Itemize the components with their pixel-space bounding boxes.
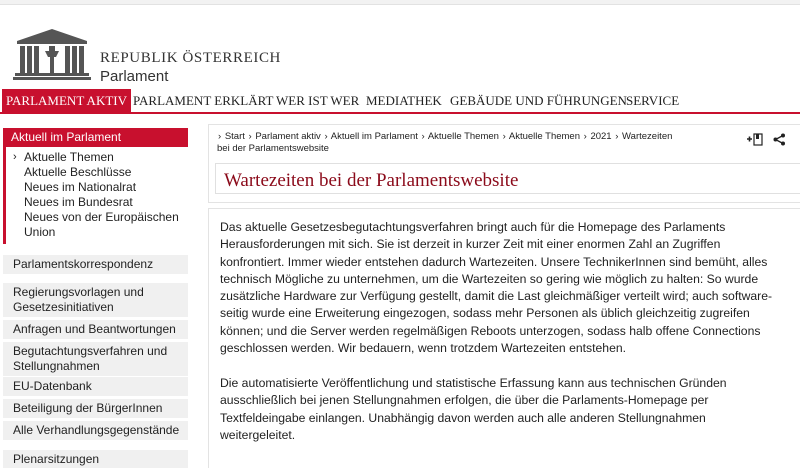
site-header: REPUBLIK ÖSTERREICH Parlament: [0, 5, 800, 90]
sidebar-item-verhandlungsgegenstaende[interactable]: Alle Verhandlungsgegenstände: [3, 421, 188, 440]
brand-institution: Parlament: [100, 68, 169, 85]
nav-item-parlament-aktiv[interactable]: PARLAMENT AKTIV: [2, 89, 131, 112]
sidebar-item-parlamentskorrespondenz[interactable]: Parlamentskorrespondenz: [3, 255, 188, 274]
page-title: Wartezeiten bei der Parlamentswebsite: [224, 170, 519, 191]
sidebar: Aktuell im Parlament › Aktuelle Themen A…: [0, 124, 190, 468]
breadcrumb-start[interactable]: Start: [225, 131, 245, 142]
parliament-logo-icon[interactable]: [13, 27, 91, 81]
sidebar-subitem-label: Aktuelle Themen: [24, 150, 114, 164]
nav-item-gebaeude[interactable]: GEBÄUDE UND FÜHRUNGEN: [446, 89, 631, 112]
breadcrumb-separator: ›: [324, 131, 328, 142]
breadcrumb-area: › Start › Parlament aktiv › Aktuell im P…: [208, 124, 800, 203]
share-icon[interactable]: [773, 133, 786, 149]
breadcrumb-separator: ›: [583, 131, 587, 142]
nav-item-mediathek[interactable]: MEDIATHEK: [362, 89, 446, 112]
sidebar-item-plenarsitzungen[interactable]: Plenarsitzungen: [3, 450, 188, 468]
breadcrumb-aktuelle-themen-2[interactable]: Aktuelle Themen: [509, 131, 580, 142]
article-paragraph: Die automatisierte Veröffentlichung und …: [220, 376, 727, 442]
sidebar-subitem-eu[interactable]: Neues von der Europäischen Union: [6, 210, 188, 240]
breadcrumb-separator: ›: [248, 131, 252, 142]
breadcrumb-aktuelle-themen[interactable]: Aktuelle Themen: [428, 131, 499, 142]
breadcrumb-separator: ›: [218, 131, 222, 142]
nav-item-wer-ist-wer[interactable]: WER IST WER: [272, 89, 363, 112]
nav-item-parlament-erklaert[interactable]: PARLAMENT ERKLÄRT: [129, 89, 277, 112]
sidebar-item-anfragen[interactable]: Anfragen und Beantwortungen: [3, 320, 188, 339]
article-paragraph: Das aktuelle Gesetzesbegutachtungsverfah…: [220, 220, 773, 356]
page-title-bar: Wartezeiten bei der Parlamentswebsite: [215, 163, 800, 194]
main-navigation: PARLAMENT AKTIV PARLAMENT ERKLÄRT WER IS…: [0, 89, 800, 114]
breadcrumb-year[interactable]: 2021: [590, 131, 611, 142]
breadcrumb-separator: ›: [615, 131, 619, 142]
breadcrumb-separator: ›: [421, 131, 425, 142]
sidebar-item-eu-datenbank[interactable]: EU-Datenbank: [3, 377, 188, 396]
brand-wordmark[interactable]: REPUBLIK ÖSTERREICH Parlament: [100, 50, 281, 85]
breadcrumb-separator: ›: [502, 131, 506, 142]
sidebar-subitem-beschluesse[interactable]: Aktuelle Beschlüsse: [6, 165, 188, 180]
sidebar-item-beteiligung[interactable]: Beteiligung der BürgerInnen: [3, 399, 188, 418]
sidebar-submenu: › Aktuelle Themen Aktuelle Beschlüsse Ne…: [3, 147, 188, 244]
nav-item-service[interactable]: SERVICE: [622, 89, 683, 112]
brand-country: REPUBLIK ÖSTERREICH: [100, 50, 281, 66]
sidebar-subitem-nationalrat[interactable]: Neues im Nationalrat: [6, 180, 188, 195]
article-body: Das aktuelle Gesetzesbegutachtungsverfah…: [208, 208, 800, 468]
breadcrumb-parlament-aktiv[interactable]: Parlament aktiv: [255, 131, 320, 142]
add-bookmark-icon[interactable]: [747, 133, 766, 149]
main-content: › Start › Parlament aktiv › Aktuell im P…: [208, 124, 800, 468]
sidebar-subitem-bundesrat[interactable]: Neues im Bundesrat: [6, 195, 188, 210]
chevron-right-icon: ›: [13, 151, 17, 163]
page-tools: [747, 133, 793, 149]
breadcrumb: › Start › Parlament aktiv › Aktuell im P…: [217, 131, 687, 155]
sidebar-item-regierungsvorlagen[interactable]: Regierungsvorlagen und Gesetzesinitiativ…: [3, 283, 188, 317]
sidebar-subitem-aktuelle-themen[interactable]: › Aktuelle Themen: [6, 150, 188, 165]
sidebar-item-begutachtungsverfahren[interactable]: Begutachtungsverfahren und Stellungnahme…: [3, 342, 188, 376]
breadcrumb-aktuell[interactable]: Aktuell im Parlament: [331, 131, 418, 142]
sidebar-active-section[interactable]: Aktuell im Parlament: [3, 128, 188, 147]
